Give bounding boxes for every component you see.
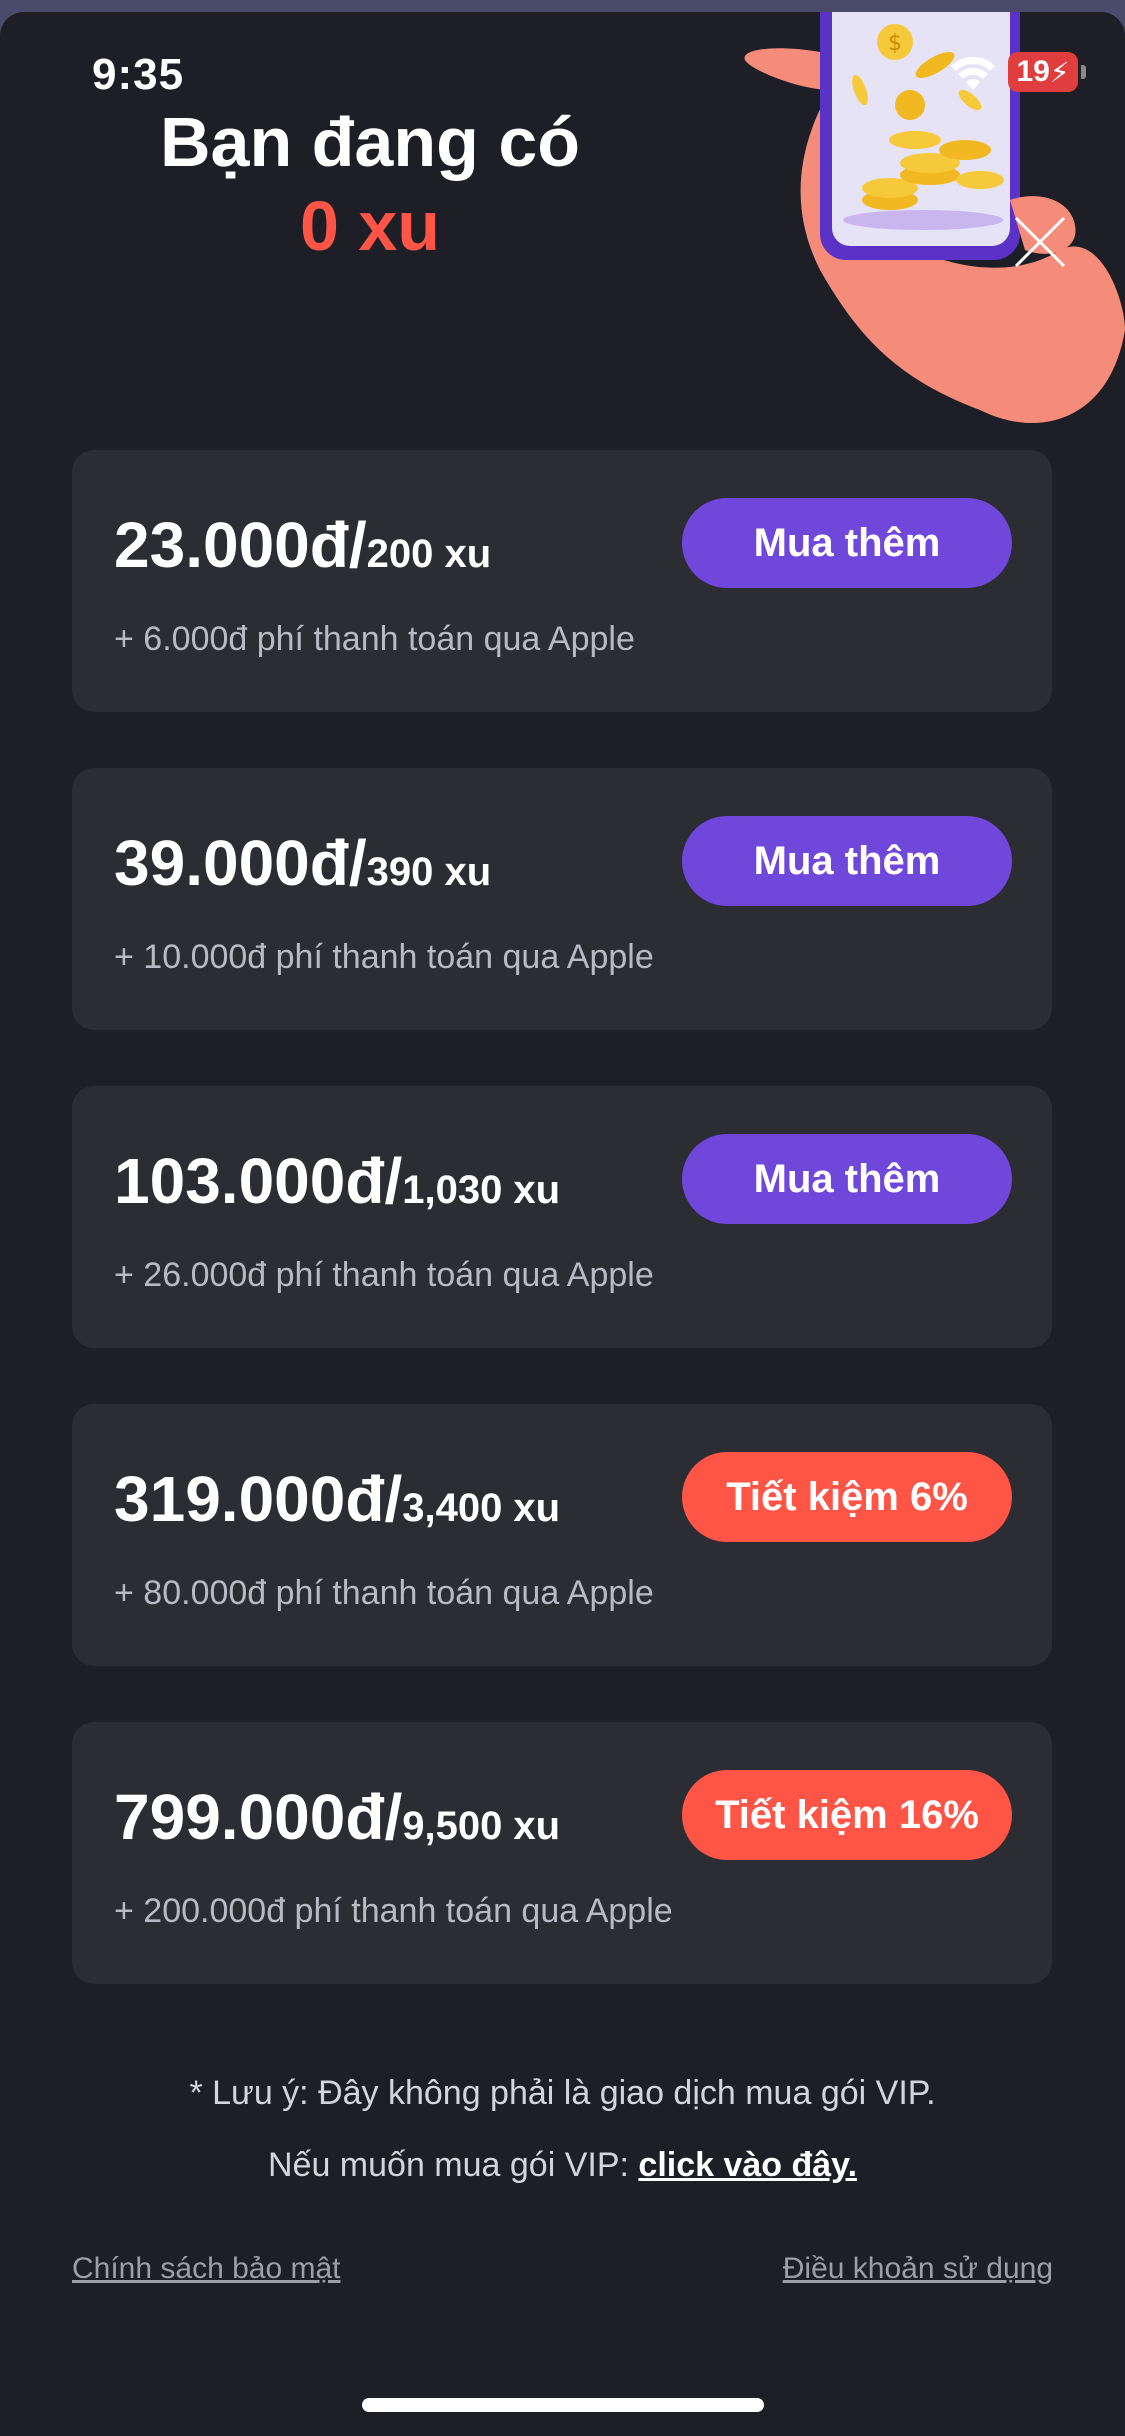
battery-icon: 19 ⚡: [1008, 52, 1086, 92]
package-price-amount: 23.000đ/: [114, 509, 367, 581]
package-price: 23.000đ/200 xu: [114, 508, 491, 588]
buy-more-button[interactable]: Mua thêm: [682, 816, 1012, 906]
terms-of-use-link[interactable]: Điều khoản sử dụng: [783, 2252, 1053, 2286]
coin-package-card: 799.000đ/9,500 xu + 200.000đ phí thanh t…: [72, 1722, 1052, 1984]
coin-package-card: 319.000đ/3,400 xu + 80.000đ phí thanh to…: [72, 1404, 1052, 1666]
coin-purchase-sheet: 9:35 19 ⚡ Bạn đang có 0 xu $ 23.000đ/200…: [0, 12, 1125, 2436]
vip-link-line: Nếu muốn mua gói VIP: click vào đây.: [0, 2146, 1125, 2185]
close-button[interactable]: [1010, 212, 1070, 272]
home-indicator: [362, 2398, 764, 2412]
package-price: 799.000đ/9,500 xu: [114, 1780, 560, 1860]
package-price-amount: 39.000đ/: [114, 827, 367, 899]
save-discount-button[interactable]: Tiết kiệm 16%: [682, 1770, 1012, 1860]
coin-package-card: 23.000đ/200 xu + 6.000đ phí thanh toán q…: [72, 450, 1052, 712]
package-coin-amount: 390 xu: [366, 850, 492, 894]
status-bar: 9:35 19 ⚡: [0, 12, 1125, 142]
vip-notice: * Lưu ý: Đây không phải là giao dịch mua…: [189, 2074, 936, 2112]
coin-package-card: 103.000đ/1,030 xu + 26.000đ phí thanh to…: [72, 1086, 1052, 1348]
package-fee: + 200.000đ phí thanh toán qua Apple: [114, 1892, 673, 1930]
buy-more-button[interactable]: Mua thêm: [682, 1134, 1012, 1224]
package-coin-amount: 1,030 xu: [402, 1168, 561, 1212]
buy-more-button[interactable]: Mua thêm: [682, 498, 1012, 588]
package-price: 103.000đ/1,030 xu: [114, 1144, 560, 1224]
package-fee: + 10.000đ phí thanh toán qua Apple: [114, 938, 654, 976]
package-fee: + 6.000đ phí thanh toán qua Apple: [114, 620, 635, 658]
package-coin-amount: 3,400 xu: [402, 1486, 561, 1530]
package-coin-amount: 9,500 xu: [402, 1804, 561, 1848]
status-time: 9:35: [92, 50, 185, 99]
package-fee: + 80.000đ phí thanh toán qua Apple: [114, 1574, 654, 1612]
package-price-amount: 799.000đ/: [114, 1781, 403, 1853]
wifi-icon: [951, 56, 995, 90]
package-price-amount: 319.000đ/: [114, 1463, 403, 1535]
package-price-amount: 103.000đ/: [114, 1145, 403, 1217]
balance-value: 0 xu: [299, 187, 441, 265]
vip-link-prefix: Nếu muốn mua gói VIP:: [267, 2146, 639, 2184]
package-fee: + 26.000đ phí thanh toán qua Apple: [114, 1256, 654, 1294]
package-price: 319.000đ/3,400 xu: [114, 1462, 560, 1542]
package-price: 39.000đ/390 xu: [114, 826, 491, 906]
save-discount-button[interactable]: Tiết kiệm 6%: [682, 1452, 1012, 1542]
privacy-policy-link[interactable]: Chính sách bảo mật: [72, 2252, 341, 2286]
vip-link[interactable]: click vào đây.: [638, 2146, 857, 2184]
coin-package-card: 39.000đ/390 xu + 10.000đ phí thanh toán …: [72, 768, 1052, 1030]
battery-level: 19: [1016, 55, 1050, 88]
package-coin-amount: 200 xu: [366, 532, 492, 576]
